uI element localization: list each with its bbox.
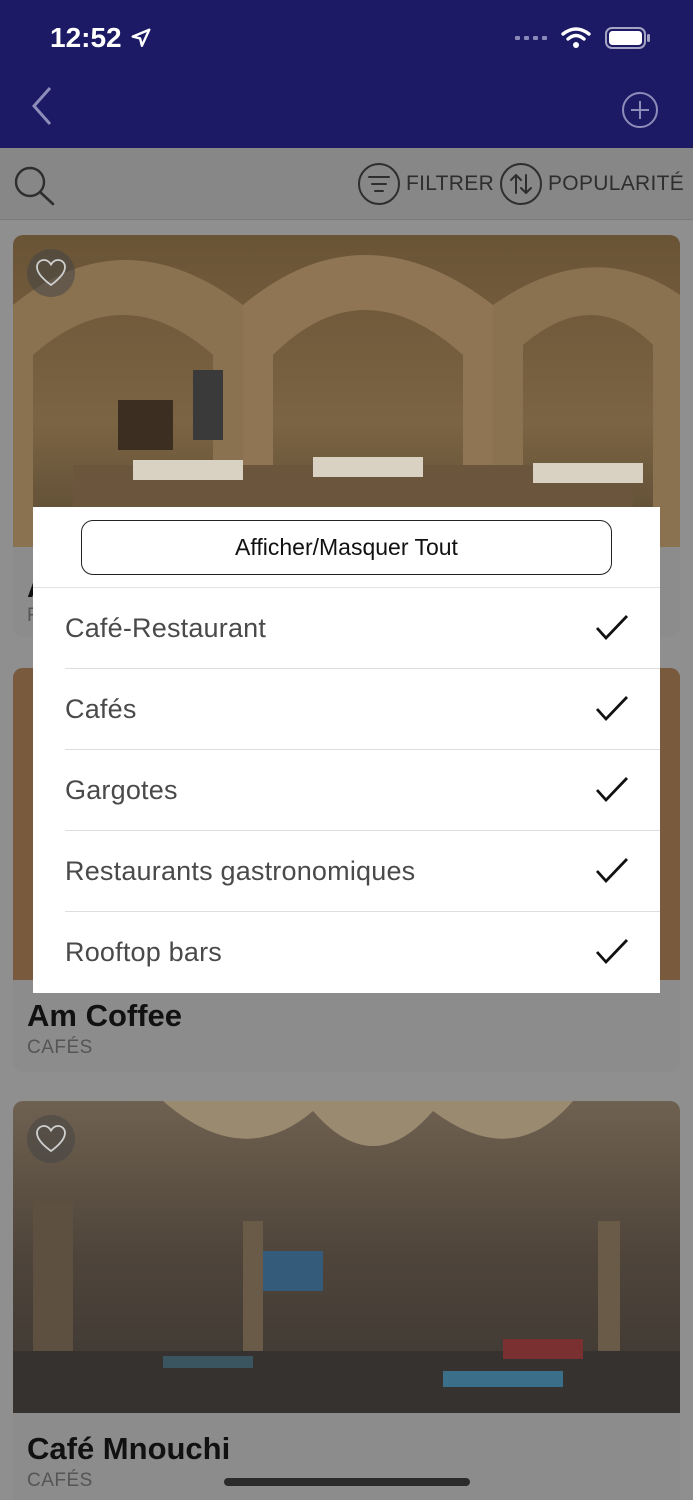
filter-label: FILTRER [406,172,495,195]
sort-label: POPULARITÉ [548,172,685,195]
place-card[interactable]: Café Mnouchi CAFÉS [13,1101,680,1500]
back-button[interactable] [26,84,66,128]
filter-icon [358,163,400,205]
sort-button[interactable]: POPULARITÉ [500,163,684,205]
heart-icon [36,259,66,287]
filter-option-restaurants-gastronomiques[interactable]: Restaurants gastronomiques [65,831,660,912]
status-time: 12:52 [50,22,152,54]
place-photo [13,235,680,547]
sort-icon [500,163,542,205]
filter-option-rooftop-bars[interactable]: Rooftop bars [65,912,660,993]
checkmark-icon [595,777,629,803]
cellular-signal-icon [515,36,547,40]
app-header: 12:52 [0,0,693,148]
toggle-all-button[interactable]: Afficher/Masquer Tout [81,520,612,575]
favorite-button[interactable] [27,249,75,297]
search-icon [14,166,55,206]
list-toolbar: FILTRER POPULARITÉ [0,148,693,220]
back-chevron-icon [31,87,52,125]
filter-option-label: Rooftop bars [65,937,222,967]
home-indicator [224,1478,470,1486]
filter-button[interactable]: FILTRER [358,163,494,205]
filter-option-label: Café-Restaurant [65,613,267,643]
wifi-icon [561,27,591,48]
heart-icon [36,1125,66,1153]
checkmark-icon [595,696,629,722]
location-arrow-icon [131,28,151,47]
place-photo [13,1101,680,1413]
add-button[interactable] [621,91,659,129]
place-category: CAFÉS [27,1470,93,1491]
place-name: Café Mnouchi [27,1431,231,1466]
status-time-text: 12:52 [50,22,122,53]
checkmark-icon [595,858,629,884]
battery-icon [605,27,650,49]
filter-option-label: Gargotes [65,775,178,805]
place-name: Am Coffee [27,998,183,1033]
filter-option-label: Restaurants gastronomiques [65,856,416,886]
filter-option-cafe-restaurant[interactable]: Café-Restaurant [65,588,660,669]
place-category: CAFÉS [27,1037,93,1058]
favorite-button[interactable] [27,1115,75,1163]
filter-option-gargotes[interactable]: Gargotes [65,750,660,831]
category-filter-modal: Afficher/Masquer Tout Café-Restaurant Ca… [33,507,660,993]
checkmark-icon [595,615,629,641]
search-button[interactable] [12,166,56,206]
filter-option-label: Cafés [65,694,137,724]
status-indicators [515,26,651,50]
filter-option-cafes[interactable]: Cafés [65,669,660,750]
add-circle-icon [622,92,658,128]
checkmark-icon [595,939,629,965]
